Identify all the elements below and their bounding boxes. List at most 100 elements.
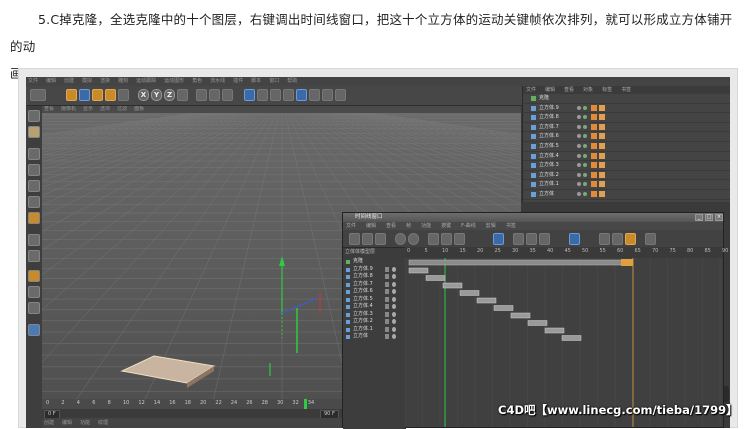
render-dot-icon[interactable] [583, 124, 587, 129]
material-tag-icon[interactable] [599, 190, 605, 197]
timeline-layer-row[interactable]: 立方体.1 [343, 326, 405, 334]
layer-solo-icon[interactable] [392, 311, 396, 317]
object-manager-menu-item-4[interactable]: 标签 [599, 87, 612, 93]
object-manager-menu-item-3[interactable]: 对象 [580, 87, 593, 93]
render-dot-icon[interactable] [583, 153, 587, 158]
menu-item-11[interactable]: 脚本 [249, 78, 261, 84]
visibility-dot-icon[interactable] [577, 124, 581, 129]
render-view-icon[interactable] [196, 89, 207, 101]
object-row[interactable]: 立方体 [523, 190, 730, 200]
timeline-menu-item-2[interactable]: 查看 [383, 223, 396, 229]
layer-solo-icon[interactable] [392, 319, 396, 324]
timeline-titlebar[interactable]: 时间线窗口 _ □ × [343, 213, 723, 222]
edge-mode-icon[interactable] [28, 196, 40, 208]
pen-icon[interactable] [257, 89, 268, 101]
menu-item-0[interactable]: 文件 [26, 78, 38, 84]
object-manager-menu-item-5[interactable]: 书签 [618, 87, 631, 93]
playhead[interactable] [304, 399, 307, 409]
visibility-dot-icon[interactable] [577, 182, 581, 187]
layer-solo-icon[interactable] [392, 334, 396, 339]
close-button[interactable]: × [715, 214, 723, 221]
auto-key-icon[interactable] [625, 233, 636, 245]
menu-item-13[interactable]: 帮助 [285, 78, 297, 84]
layer-lock-icon[interactable] [385, 289, 389, 294]
planar-icon[interactable] [28, 324, 40, 336]
timeline-menu-item-5[interactable]: 按键 [438, 223, 451, 229]
root-selected-key[interactable] [621, 259, 633, 266]
object-manager-menu-item-0[interactable]: 文件 [523, 87, 536, 93]
axis-mode-icon[interactable] [28, 234, 40, 246]
layer-solo-icon[interactable] [392, 281, 396, 287]
scene-icon[interactable] [309, 89, 320, 101]
solo-icon[interactable] [28, 302, 40, 314]
play-timeline-icon[interactable] [645, 233, 656, 245]
key-mode-icon[interactable] [349, 233, 360, 245]
timeline-menu-item-8[interactable]: 书签 [503, 223, 516, 229]
array-icon[interactable] [283, 89, 294, 101]
object-row[interactable]: 立方体.2 [523, 171, 730, 181]
locked-workplane-icon[interactable] [28, 286, 40, 298]
visibility-dot-icon[interactable] [577, 191, 581, 196]
material-tab-0[interactable]: 创建 [42, 420, 54, 426]
viewport-menu-item-2[interactable]: 显示 [81, 106, 93, 112]
link-view-icon[interactable] [395, 233, 406, 245]
coordinate-system-icon[interactable] [177, 89, 188, 101]
menu-item-2[interactable]: 创建 [62, 78, 74, 84]
menu-item-12[interactable]: 窗口 [267, 78, 279, 84]
object-row[interactable]: 立方体.7 [523, 123, 730, 133]
z-axis-lock-button[interactable]: Z [164, 89, 175, 101]
visibility-dot-icon[interactable] [577, 105, 581, 110]
visibility-dot-icon[interactable] [577, 172, 581, 177]
material-tag-icon[interactable] [599, 162, 605, 169]
key-block[interactable] [544, 327, 565, 334]
timeline-layer-row[interactable]: 立方体.9 [343, 266, 405, 274]
layer-lock-icon[interactable] [385, 296, 389, 302]
visibility-dot-icon[interactable] [577, 143, 581, 148]
timeline-layer-root[interactable]: 克隆 [343, 258, 405, 266]
visibility-dot-icon[interactable] [577, 134, 581, 139]
make-editable-icon[interactable] [28, 110, 40, 122]
menu-item-9[interactable]: 流水线 [208, 78, 225, 84]
maximize-button[interactable]: □ [705, 214, 713, 221]
render-dot-icon[interactable] [583, 143, 587, 148]
ripple-edit-icon[interactable] [569, 233, 580, 245]
viewport-menu-item-0[interactable]: 查看 [42, 106, 54, 112]
key-block[interactable] [510, 312, 531, 319]
rotate-tool-icon[interactable] [105, 89, 116, 101]
layer-lock-icon[interactable] [385, 281, 389, 287]
object-manager-menu-item-1[interactable]: 编辑 [542, 87, 555, 93]
render-settings-icon[interactable] [222, 89, 233, 101]
render-dot-icon[interactable] [583, 115, 587, 120]
timeline-layer-row[interactable]: 立方体.6 [343, 288, 405, 296]
menu-item-7[interactable]: 运动图形 [162, 78, 184, 84]
layer-lock-icon[interactable] [385, 311, 389, 317]
light-icon[interactable] [335, 89, 346, 101]
object-row[interactable]: 立方体.9 [523, 104, 730, 114]
visibility-dot-icon[interactable] [577, 153, 581, 158]
timeline-menu-item-7[interactable]: 剪辑 [483, 223, 496, 229]
viewport-menu-item-3[interactable]: 选项 [98, 106, 110, 112]
deformer-icon[interactable] [296, 89, 307, 101]
object-row[interactable]: 立方体.6 [523, 132, 730, 142]
root-key-range[interactable] [408, 259, 632, 266]
object-row[interactable]: 立方体.1 [523, 180, 730, 190]
material-tab-2[interactable]: 功能 [78, 420, 90, 426]
render-dot-icon[interactable] [583, 191, 587, 196]
tag-icon[interactable] [591, 190, 597, 197]
key-block[interactable] [561, 335, 582, 341]
add-object-icon[interactable] [118, 89, 129, 101]
model-mode-icon[interactable] [28, 148, 40, 160]
x-axis-lock-button[interactable]: X [138, 89, 149, 101]
render-dot-icon[interactable] [583, 163, 587, 168]
spline-key-icon[interactable] [526, 233, 537, 245]
key-block[interactable] [442, 282, 463, 289]
object-row[interactable]: 立方体.5 [523, 142, 730, 152]
frame-all-icon[interactable] [428, 233, 439, 245]
snap-icon[interactable] [28, 250, 40, 262]
key-block[interactable] [476, 297, 497, 304]
timeline-layer-row[interactable]: 立方体.8 [343, 273, 405, 281]
timeline-menu-item-1[interactable]: 编辑 [363, 223, 376, 229]
viewport-menu-item-5[interactable]: 面板 [132, 106, 144, 112]
layer-solo-icon[interactable] [392, 266, 396, 272]
object-row[interactable]: 立方体.3 [523, 161, 730, 171]
